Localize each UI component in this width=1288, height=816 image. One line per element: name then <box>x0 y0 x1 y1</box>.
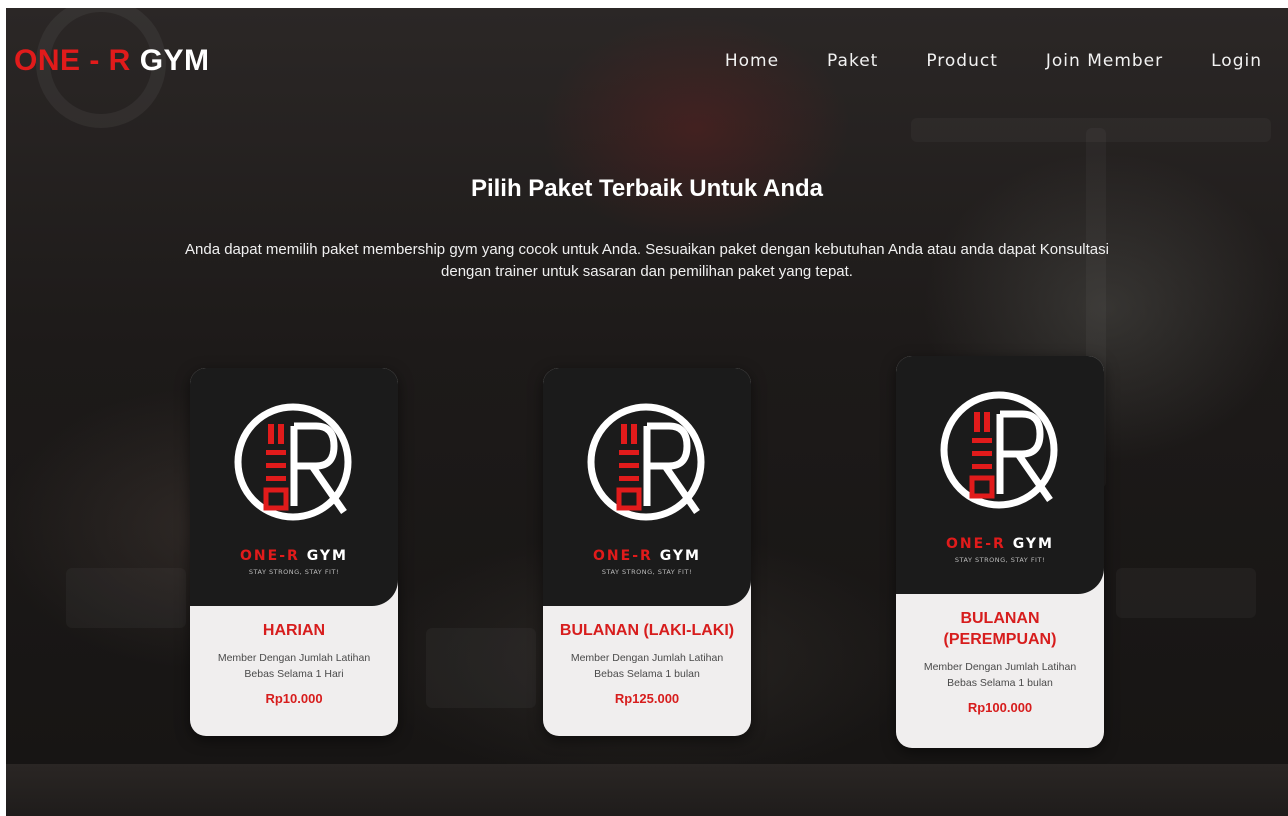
card-title-line: (PEREMPUAN) <box>943 631 1057 648</box>
logo-wordmark-red: ONE-R <box>593 548 653 564</box>
logo-wordmark-white: GYM <box>1012 536 1054 552</box>
logo-wordmark-red: ONE-R <box>240 548 300 564</box>
card-logo-panel: ONE-R GYM STAY STRONG, STAY FIT! <box>190 368 398 606</box>
card-title: HARIAN <box>262 622 326 639</box>
logo-tagline: STAY STRONG, STAY FIT! <box>601 568 693 576</box>
nav-paket-link[interactable]: Paket <box>827 50 878 72</box>
logo-wordmark: ONE-R GYM <box>190 548 398 564</box>
card-description-line: Bebas Selama 1 Hari <box>244 668 344 680</box>
card-title-line: BULANAN <box>960 610 1040 627</box>
brand-name-red: ONE - R <box>14 44 131 77</box>
nav-product-link[interactable]: Product <box>926 50 998 72</box>
card-description: Member Dengan Jumlah Latihan Bebas Selam… <box>551 650 743 682</box>
next-section-preview <box>6 764 1288 816</box>
background-bench-decoration <box>426 628 536 708</box>
package-card-bulanan-perempuan[interactable]: ONE-R GYM STAY STRONG, STAY FIT! BULANAN… <box>896 356 1104 748</box>
card-logo-panel: ONE-R GYM STAY STRONG, STAY FIT! <box>543 368 751 606</box>
background-bench-decoration <box>1116 568 1256 618</box>
brand-name-white: GYM <box>139 44 210 77</box>
nav-home-link[interactable]: Home <box>725 50 779 72</box>
subtitle-line: Anda dapat memilih paket membership gym … <box>185 241 1109 258</box>
card-logo-panel: ONE-R GYM STAY STRONG, STAY FIT! <box>896 356 1104 594</box>
card-description: Member Dengan Jumlah Latihan Bebas Selam… <box>904 659 1096 691</box>
one-r-gym-logo-icon <box>234 403 352 521</box>
page-subtitle: Anda dapat memilih paket membership gym … <box>136 239 1158 283</box>
logo-wordmark-white: GYM <box>659 548 701 564</box>
card-description-line: Member Dengan Jumlah Latihan <box>570 652 724 664</box>
one-r-gym-logo-icon <box>940 391 1058 509</box>
card-description: Member Dengan Jumlah Latihan Bebas Selam… <box>198 650 390 682</box>
page-title: Pilih Paket Terbaik Untuk Anda <box>470 175 824 202</box>
card-price: Rp100.000 <box>967 700 1033 715</box>
logo-wordmark-red: ONE-R <box>946 536 1006 552</box>
logo-tagline: STAY STRONG, STAY FIT! <box>248 568 340 576</box>
main-nav: Home Paket Product Join Member Login <box>677 50 1262 72</box>
logo-wordmark-white: GYM <box>306 548 348 564</box>
subtitle-line: dengan trainer untuk sasaran dan pemilih… <box>441 263 853 280</box>
package-card-bulanan-laki-laki[interactable]: ONE-R GYM STAY STRONG, STAY FIT! BULANAN… <box>543 368 751 736</box>
card-body: BULANAN (LAKI-LAKI) Member Dengan Jumlah… <box>543 606 751 706</box>
card-body: BULANAN (PEREMPUAN) Member Dengan Jumlah… <box>896 594 1104 715</box>
card-title: BULANAN (PEREMPUAN) <box>904 608 1096 650</box>
background-bench-decoration <box>66 568 186 628</box>
card-price: Rp125.000 <box>614 691 680 706</box>
card-description-line: Bebas Selama 1 bulan <box>947 677 1053 689</box>
logo-wordmark: ONE-R GYM <box>543 548 751 564</box>
card-description-line: Member Dengan Jumlah Latihan <box>217 652 371 664</box>
logo-tagline: STAY STRONG, STAY FIT! <box>954 556 1046 564</box>
card-body: HARIAN Member Dengan Jumlah Latihan Beba… <box>190 606 398 706</box>
package-card-harian[interactable]: ONE-R GYM STAY STRONG, STAY FIT! HARIAN … <box>190 368 398 736</box>
nav-login-link[interactable]: Login <box>1211 50 1262 72</box>
card-description-line: Member Dengan Jumlah Latihan <box>923 661 1077 673</box>
site-logo[interactable]: ONE - R GYM <box>14 46 210 76</box>
card-price: Rp10.000 <box>265 691 323 706</box>
nav-join-member-link[interactable]: Join Member <box>1046 50 1163 72</box>
one-r-gym-logo-icon <box>587 403 705 521</box>
logo-wordmark: ONE-R GYM <box>896 536 1104 552</box>
card-description-line: Bebas Selama 1 bulan <box>594 668 700 680</box>
card-title: BULANAN (LAKI-LAKI) <box>559 622 735 639</box>
hero-section: ONE - R GYM Home Paket Product Join Memb… <box>6 8 1288 764</box>
